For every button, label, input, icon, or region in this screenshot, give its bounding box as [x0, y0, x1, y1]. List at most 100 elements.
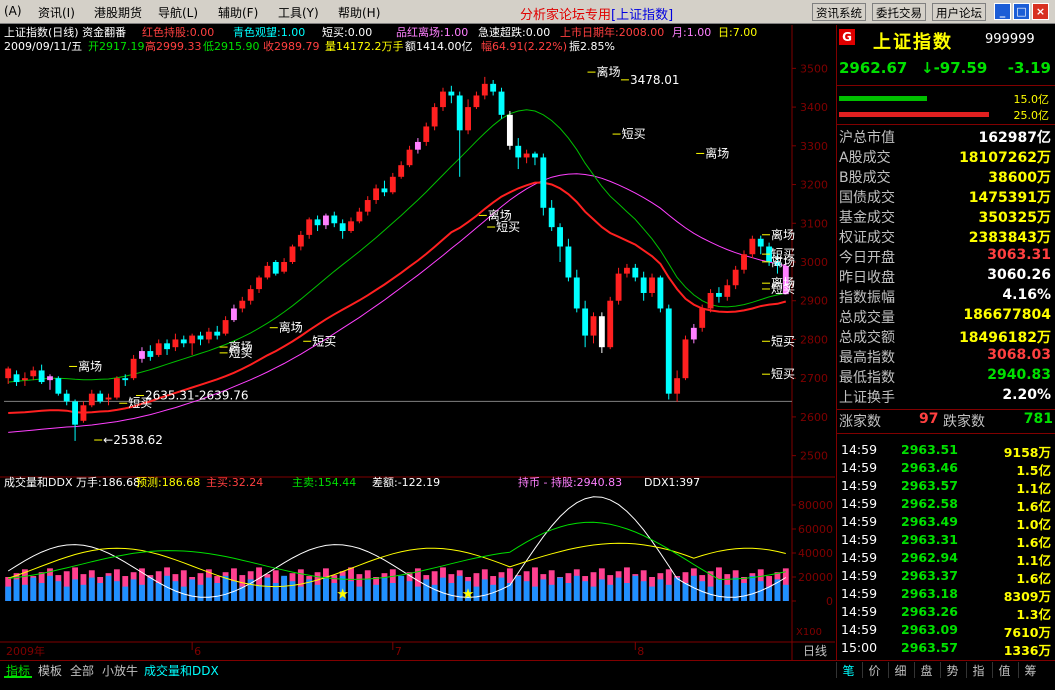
chart-area[interactable]: 上证指数(日线) 资金翻番 红色持股:0.00 青色观望:1.00 短买:0.00 品红…: [0, 25, 870, 660]
candle-body: [214, 331, 221, 336]
tab-price[interactable]: 价: [862, 662, 886, 678]
candle-body: [97, 393, 104, 402]
ddx-bar: [97, 583, 104, 601]
menu-item-a[interactable]: (A): [4, 4, 22, 18]
divider: [837, 85, 1055, 86]
stats-list: 沪总市值 162987亿 A股成交 18107262万 B股成交 38600万 国债成交 14…: [837, 127, 1055, 409]
close-button[interactable]: ×: [1032, 3, 1049, 20]
tab-volume-ddx[interactable]: 成交量和DDX: [142, 662, 221, 678]
period-label: 日线: [803, 644, 827, 658]
tab-detail[interactable]: 细: [888, 662, 912, 678]
header-text: 品红离场:1.00: [396, 25, 468, 39]
menu-item-tools[interactable]: 工具(Y): [278, 4, 319, 21]
candle-body: [498, 91, 505, 115]
stat-label: 总成交量: [839, 310, 895, 326]
minimize-button[interactable]: _: [994, 3, 1011, 20]
candle-body: [414, 141, 421, 150]
stat-row: 最高指数 3068.03: [839, 347, 1051, 367]
stat-row: 今日开盘 3063.31: [839, 247, 1051, 267]
tab-index[interactable]: 指: [966, 662, 990, 678]
candle-body: [741, 254, 747, 270]
tick-volume: 1336万: [1003, 643, 1051, 658]
menu-item-help[interactable]: 帮助(H): [338, 4, 380, 21]
trade-button[interactable]: 委托交易: [872, 3, 926, 21]
menu-item-assist[interactable]: 辅助(F): [218, 4, 258, 21]
tab-orderbook[interactable]: 盘: [914, 662, 938, 678]
tick-list[interactable]: 14:59 2963.51 9158万 14:59 2963.46 1.5亿 14:59 29…: [837, 424, 1055, 673]
candle-body: [548, 207, 555, 228]
candle-body: [5, 368, 12, 379]
price-tick-label: 3400: [800, 101, 828, 114]
tick-time: 14:59: [841, 532, 878, 547]
tick-volume: 1.6亿: [1016, 535, 1051, 550]
menu-item-hk-futures[interactable]: 港股期货: [94, 4, 142, 21]
signal-annotation: 短买: [312, 334, 336, 348]
tab-trades[interactable]: 笔: [836, 662, 860, 678]
tab-indicator[interactable]: 指标: [4, 662, 33, 678]
ddx-bar: [749, 575, 756, 601]
candle-body: [615, 273, 622, 301]
candle-body: [373, 188, 380, 201]
candle-body: [674, 378, 681, 394]
candle-body: [180, 339, 187, 344]
ddx-bar: [540, 579, 547, 601]
stat-label: 沪总市值: [839, 130, 895, 146]
candle-body: [205, 331, 212, 340]
tick-volume: 1.3亿: [1016, 607, 1051, 622]
candle-body: [590, 316, 597, 336]
tab-trend[interactable]: 势: [940, 662, 964, 678]
candle-body: [473, 95, 480, 108]
ddx-bar: [782, 584, 789, 601]
header-text: 上证指数(日线) 资金翻番: [4, 25, 126, 39]
stock-name: 上证指数: [873, 32, 953, 53]
ddx-bar: [348, 581, 354, 601]
candle-body: [640, 277, 647, 293]
candle-body: [72, 401, 79, 425]
forum-button[interactable]: 用户论坛: [932, 3, 986, 21]
tab-template[interactable]: 模板: [36, 662, 64, 678]
month-label: 7: [395, 645, 402, 658]
stat-label: 上证换手: [839, 390, 895, 406]
tab-all[interactable]: 全部: [68, 662, 96, 678]
ddx-bar: [473, 586, 480, 601]
ddx-bar: [682, 583, 689, 601]
info-system-button[interactable]: 资讯系统: [812, 3, 866, 21]
kline-chart[interactable]: 上证指数(日线) 资金翻番 红色持股:0.00 青色观望:1.00 短买:0.00 品红…: [0, 25, 870, 660]
tick-price: 2963.51: [901, 442, 958, 457]
signal-annotation: 离场: [597, 64, 621, 79]
stat-label: 今日开盘: [839, 250, 895, 266]
menu-item-info[interactable]: 资讯(I): [38, 4, 75, 21]
tick-time: 14:59: [841, 496, 878, 511]
tab-chips[interactable]: 筹: [1018, 662, 1042, 678]
star-icon: ★: [336, 587, 349, 603]
menu-item-navigate[interactable]: 导航(L): [158, 4, 198, 21]
tab-xiaofangniu[interactable]: 小放牛: [100, 662, 140, 678]
maximize-button[interactable]: □: [1013, 3, 1030, 20]
ddx-bar: [364, 579, 371, 601]
tick-time: 14:59: [841, 442, 878, 457]
header-text: 上市日期年:2008.00: [560, 25, 664, 39]
candle-body: [523, 153, 530, 158]
header-text: 额1414.00亿: [405, 40, 473, 53]
tick-volume: 1.1亿: [1016, 553, 1051, 568]
ddx-bar: [674, 577, 681, 601]
tick-price: 2962.58: [901, 496, 958, 511]
tab-value[interactable]: 值: [992, 662, 1016, 678]
candle-body: [339, 223, 346, 232]
change-percent: -3.19: [1007, 59, 1051, 77]
stat-row: 国债成交 1475391万: [839, 187, 1051, 207]
ddx-bar: [598, 579, 605, 601]
tick-time: 15:00: [841, 640, 878, 655]
candle-body: [515, 145, 522, 158]
signal-annotation: 短买: [771, 334, 795, 348]
menu-bar: (A) 资讯(I) 港股期货 导航(L) 辅助(F) 工具(Y) 帮助(H) 分…: [0, 0, 1055, 24]
ddx-bar: [72, 579, 79, 601]
tick-row: 14:59 2963.37 1.6亿: [839, 568, 1051, 586]
stat-value: 350325万: [978, 210, 1051, 226]
candle-body: [607, 300, 614, 348]
ddx-bar: [155, 583, 162, 601]
candle-body: [565, 246, 572, 278]
stat-row: 最低指数 2940.83: [839, 367, 1051, 387]
candle-body: [322, 215, 329, 226]
tick-row: 14:59 2962.58 1.6亿: [839, 496, 1051, 514]
